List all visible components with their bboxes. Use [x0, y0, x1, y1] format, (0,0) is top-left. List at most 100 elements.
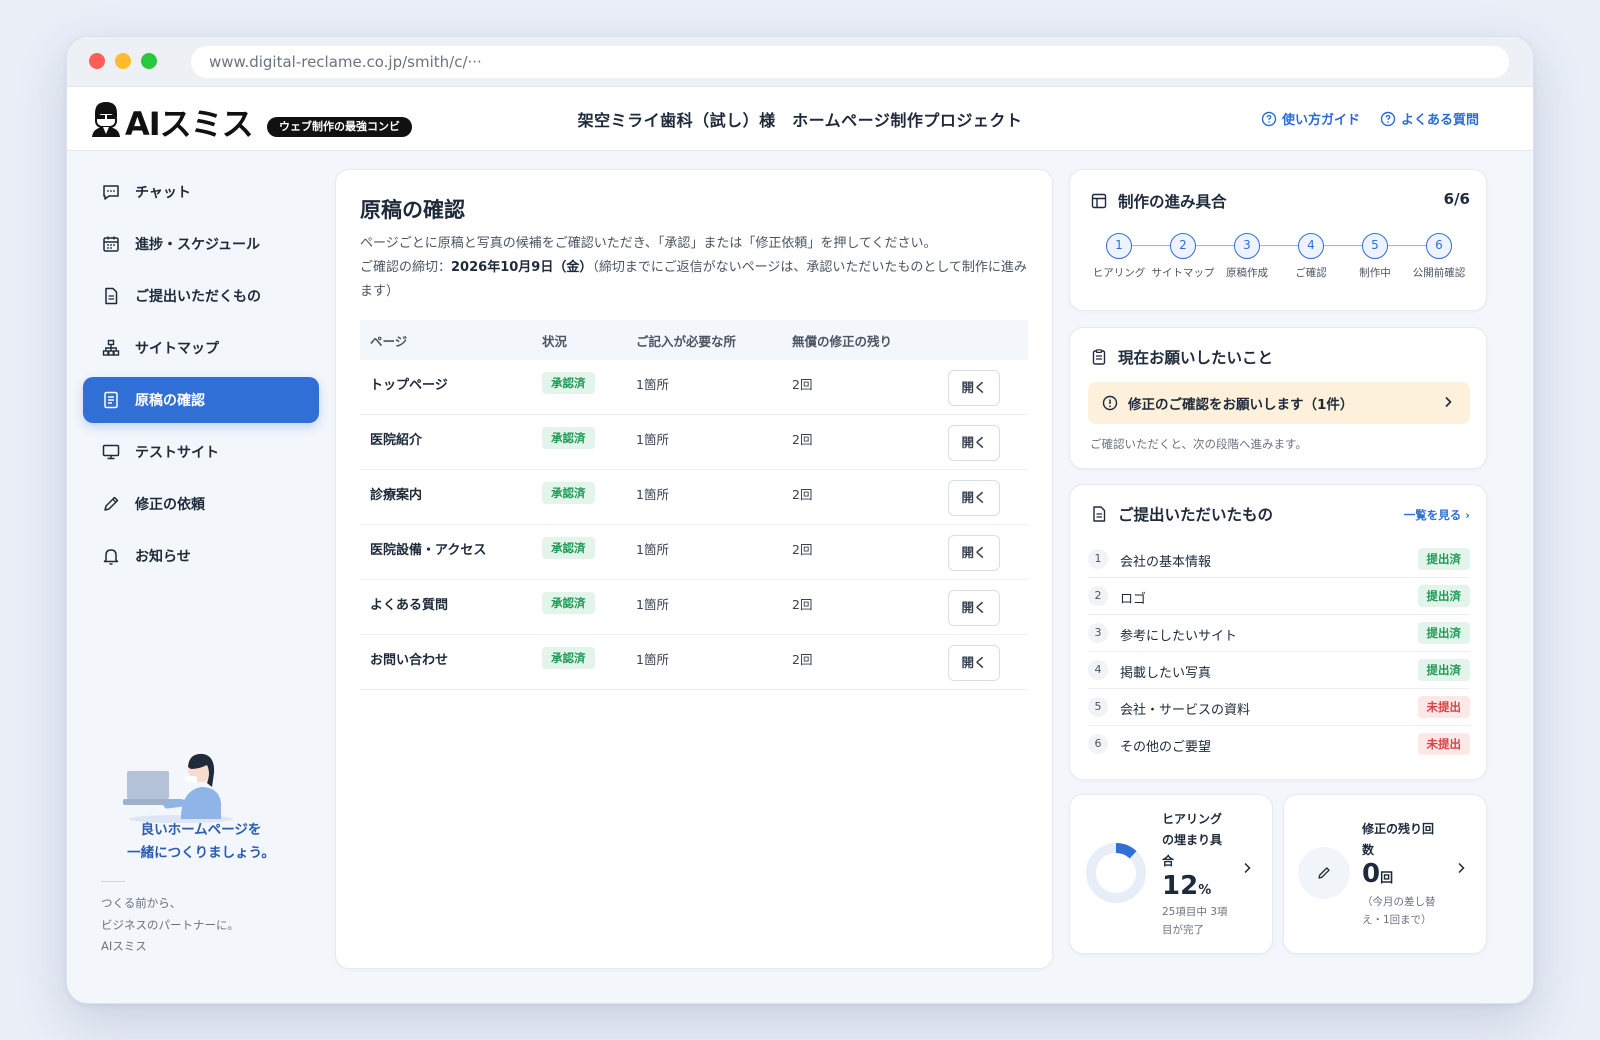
sidebar-item-submissions[interactable]: ご提出いただくもの: [83, 273, 319, 319]
submission-item[interactable]: 5 会社・サービスの資料 未提出: [1088, 689, 1470, 726]
clipboard-icon: [1092, 349, 1106, 365]
step-label: 原稿作成: [1226, 267, 1268, 279]
app-header: AIスミス ウェブ制作の最強コンビ 架空ミライ歯科（試し）様 ホームページ制作プ…: [67, 87, 1533, 151]
page-description: ページごとに原稿と写真の候補をご確認いただき、「承認」または「修正依頼」を押して…: [360, 232, 1030, 304]
open-button[interactable]: 開く: [948, 590, 1000, 626]
open-button[interactable]: 開く: [948, 425, 1000, 461]
hearing-percent-value: 12: [1162, 871, 1199, 901]
sidebar-item-sitemap[interactable]: サイトマップ: [83, 325, 319, 371]
sidebar-item-chat[interactable]: チャット: [83, 169, 319, 215]
close-window-button[interactable]: [89, 53, 105, 69]
sidebar-item-label: チャット: [135, 185, 191, 201]
status-badge: 承認済: [542, 647, 595, 669]
pages-table: ページ 状況 ご記入が必要な所 無償の修正の残り トップページ 承認済 1箇所 …: [360, 320, 1028, 690]
faq-label: よくある質問: [1401, 113, 1480, 128]
required-count: 1箇所: [636, 652, 669, 667]
sidebar-item-label: テストサイト: [135, 445, 219, 461]
revisions-unit: 回: [1380, 871, 1394, 886]
monitor-icon: [102, 444, 120, 460]
sidebar-item-notifications[interactable]: お知らせ: [83, 533, 319, 579]
status-badge: 提出済: [1417, 548, 1470, 570]
sidebar-footer: つくる前から、 ビジネスのパートナーに。 AIスミス: [101, 893, 239, 958]
open-button[interactable]: 開く: [948, 370, 1000, 406]
sidebar-item-label: 原稿の確認: [135, 393, 205, 409]
document-icon: [1093, 506, 1106, 522]
remaining-revisions-card[interactable]: 修正の残り回 数 0回 （今月の差し替 え・1回まで）: [1283, 794, 1487, 954]
status-badge: 承認済: [542, 482, 595, 504]
hearing-label-line-1: ヒアリング: [1162, 812, 1223, 826]
sidebar-item-schedule[interactable]: 進捗・スケジュール: [83, 221, 319, 267]
sidebar-item-label: ご提出いただくもの: [135, 289, 261, 305]
page-name: お問い合わせ: [370, 653, 449, 668]
sidebar-tagline: 良いホームページを 一緒につくりましょう。: [83, 819, 319, 865]
pencil-icon: [104, 496, 119, 511]
column-header-remaining: 無償の修正の残り: [792, 333, 893, 349]
page-title: 原稿の確認: [360, 198, 465, 222]
production-progress-card: 制作の進み具合 6/6 1 ヒアリング 2 サイトマップ 3 原稿作成 4 ご確認 5 制…: [1069, 169, 1487, 311]
sidebar-item-manuscript[interactable]: 原稿の確認: [83, 377, 319, 423]
revisions-subtext: （今月の差し替 え・1回まで）: [1362, 893, 1436, 929]
pencil-badge: [1298, 847, 1350, 899]
item-name: 会社・サービスの資料: [1120, 703, 1251, 718]
faq-link[interactable]: よくある質問: [1380, 109, 1479, 128]
open-button[interactable]: 開く: [948, 535, 1000, 571]
item-number: 1: [1088, 549, 1108, 569]
tagline-line-2: 一緒につくりましょう。: [127, 845, 275, 861]
chevron-right-icon: [1244, 862, 1251, 874]
address-bar[interactable]: www.digital-reclame.co.jp/smith/c/···: [191, 46, 1509, 78]
remaining-revisions: 2回: [792, 487, 813, 502]
footer-brand: AIスミス: [101, 939, 147, 953]
progress-step: 5 制作中: [1340, 233, 1410, 280]
submitted-materials-card: ご提出いただいたもの 一覧を見る › 1 会社の基本情報 提出済 2 ロゴ 提出…: [1069, 484, 1487, 780]
item-name: 掲載したい写真: [1120, 666, 1212, 681]
revisions-sub-line-1: （今月の差し替: [1362, 896, 1436, 908]
submission-item[interactable]: 3 参考にしたいサイト 提出済: [1088, 615, 1470, 652]
step-label: ご確認: [1295, 267, 1327, 279]
required-count: 1箇所: [636, 487, 669, 502]
page-name: トップページ: [370, 378, 448, 393]
progress-step: 3 原稿作成: [1212, 233, 1282, 280]
request-card-title: 現在お願いしたいこと: [1090, 346, 1273, 368]
submission-item[interactable]: 4 掲載したい写真 提出済: [1088, 652, 1470, 689]
table-row: 医院紹介 承認済 1箇所 2回 開く: [360, 415, 1028, 470]
document-icon: [105, 287, 118, 305]
submission-item[interactable]: 1 会社の基本情報 提出済: [1088, 541, 1470, 578]
help-circle-icon: [1261, 111, 1277, 126]
sidebar-item-test-site[interactable]: テストサイト: [83, 429, 319, 475]
usage-guide-link[interactable]: 使い方ガイド: [1261, 109, 1360, 128]
hearing-percent-unit: %: [1198, 883, 1212, 898]
revisions-remaining: 0回: [1362, 859, 1393, 889]
maximize-window-button[interactable]: [141, 53, 157, 69]
sidebar: チャット 進捗・スケジュール ご提出いただくもの サイトマップ 原稿の確認 テス…: [67, 151, 333, 1003]
revisions-label-line-2: 数: [1362, 843, 1375, 857]
status-badge: 未提出: [1417, 696, 1470, 718]
open-button[interactable]: 開く: [948, 645, 1000, 681]
see-all-link[interactable]: 一覧を見る ›: [1404, 507, 1470, 523]
hearing-subtext: 25項目中 3項 目が完了: [1162, 903, 1227, 939]
open-button[interactable]: 開く: [948, 480, 1000, 516]
revision-confirmation-banner[interactable]: 修正のご確認をお願いします（1件）: [1088, 382, 1470, 424]
current-request-card: 現在お願いしたいこと 修正のご確認をお願いします（1件） ご確認いただくと、次の…: [1069, 327, 1487, 469]
sidebar-item-revision-request[interactable]: 修正の依頼: [83, 481, 319, 527]
minimize-window-button[interactable]: [115, 53, 131, 69]
hearing-label-line-2: の埋まり具: [1162, 833, 1223, 847]
deadline-date: 2026年10月9日（金）: [451, 260, 593, 275]
progress-card-title: 制作の進み具合: [1090, 190, 1227, 212]
item-number: 5: [1088, 697, 1108, 717]
sidebar-item-label: 修正の依頼: [135, 497, 205, 513]
person-at-laptop-illustration: [123, 753, 233, 823]
step-number: 4: [1298, 233, 1324, 259]
step-number: 6: [1426, 233, 1452, 259]
hearing-progress-card[interactable]: ヒアリング の埋まり具 合 12% 25項目中 3項 目が完了: [1069, 794, 1273, 954]
status-badge: 未提出: [1417, 733, 1470, 755]
item-name: 参考にしたいサイト: [1120, 629, 1238, 644]
page-name: よくある質問: [370, 598, 449, 613]
submission-item[interactable]: 6 その他のご要望 未提出: [1088, 726, 1470, 763]
sidebar-item-label: 進捗・スケジュール: [135, 237, 261, 253]
instructions-text: ページごとに原稿と写真の候補をご確認いただき、「承認」または「修正依頼」を押して…: [360, 236, 937, 251]
step-number: 3: [1234, 233, 1260, 259]
tagline-line-1: 良いホームページを: [140, 822, 262, 838]
submission-item[interactable]: 2 ロゴ 提出済: [1088, 578, 1470, 615]
required-count: 1箇所: [636, 542, 669, 557]
progress-step: 1 ヒアリング: [1084, 233, 1154, 280]
